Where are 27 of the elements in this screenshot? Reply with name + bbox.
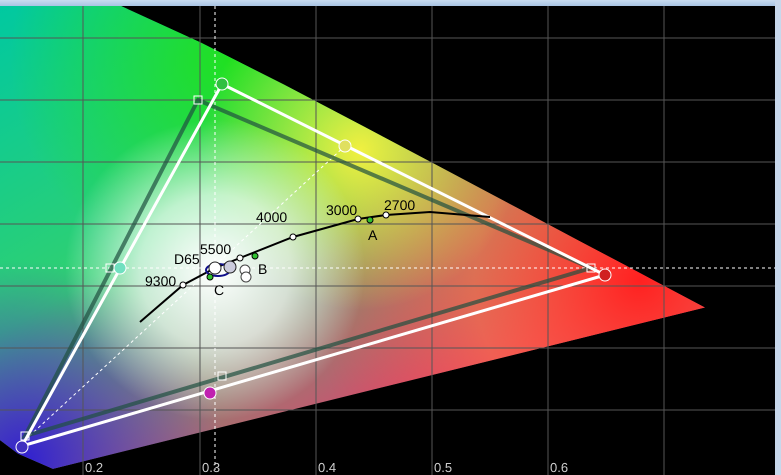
point-label: 2700: [384, 197, 416, 213]
point-label: B: [258, 261, 268, 277]
point-label: D65: [174, 251, 200, 267]
point-label: C: [214, 282, 224, 298]
axis-tick-label: 0.2: [85, 460, 104, 475]
target-marker: [586, 264, 596, 272]
point-label: 5500: [200, 241, 232, 257]
tolerance-ellipse: [205, 263, 231, 277]
reference-point: [252, 252, 258, 260]
target-marker: [106, 264, 114, 272]
point-label: A: [368, 227, 378, 243]
axis-tick-label: 0.4: [318, 460, 336, 475]
temperature-point: [290, 234, 296, 240]
axis-tick-label: 0.5: [434, 460, 452, 475]
reference-point: [366, 216, 374, 224]
target-marker: [218, 372, 226, 380]
point-label: 3000: [326, 202, 358, 218]
point-label: 9300: [145, 273, 176, 289]
reference-point: [206, 274, 214, 280]
target-marker: [194, 96, 202, 104]
axis-tick-label: 0.3: [202, 460, 220, 475]
temperature-point: [236, 254, 244, 262]
temperature-point: [354, 216, 362, 222]
point-label: 4000: [256, 209, 288, 225]
temperature-point: [382, 212, 390, 218]
axis-tick-label: 0.6: [550, 460, 568, 475]
temperature-point: [180, 282, 186, 288]
